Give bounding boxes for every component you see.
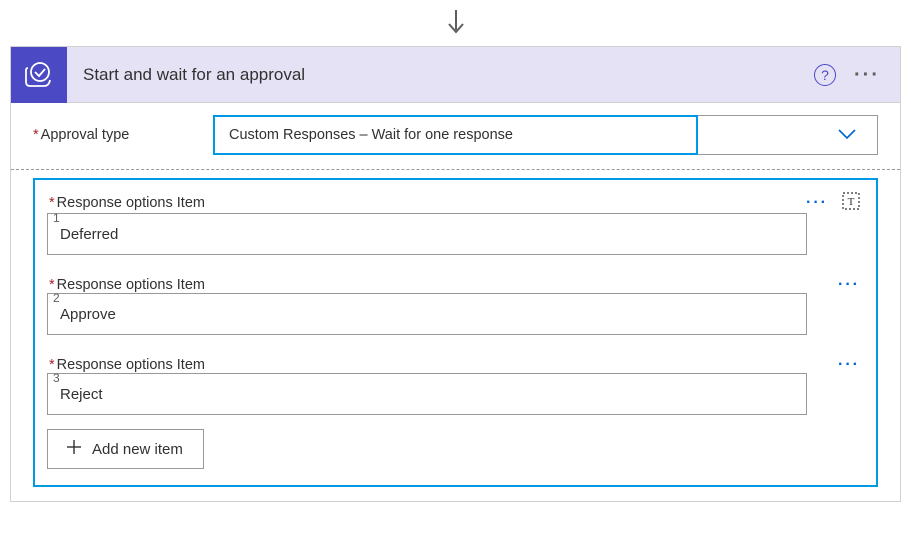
approval-type-dropdown[interactable]: Custom Responses – Wait for one response — [213, 115, 878, 155]
card-body: *Approval type Custom Responses – Wait f… — [11, 103, 900, 487]
response-option-label: *Response options Item — [49, 195, 205, 211]
response-option-header: *Response options Item ··· T — [35, 188, 876, 213]
help-icon[interactable]: ? — [814, 64, 836, 86]
approval-icon — [11, 47, 67, 103]
required-indicator: * — [33, 127, 39, 143]
item-menu-button[interactable]: ··· — [806, 195, 828, 211]
card-header[interactable]: Start and wait for an approval ? ··· — [11, 47, 900, 103]
response-options-section: *Response options Item ··· T 1 Deferred — [33, 178, 878, 487]
required-indicator: * — [49, 195, 55, 211]
array-mode-icon[interactable]: T — [842, 192, 860, 213]
card-title: Start and wait for an approval — [67, 65, 814, 85]
item-index: 2 — [35, 291, 876, 305]
add-item-label: Add new item — [92, 441, 183, 458]
add-new-item-button[interactable]: Add new item — [47, 429, 204, 469]
approval-type-row: *Approval type Custom Responses – Wait f… — [11, 103, 900, 170]
header-actions: ? ··· — [814, 64, 900, 86]
approval-action-card: Start and wait for an approval ? ··· *Ap… — [10, 46, 901, 502]
response-option-header: *Response options Item ··· — [35, 353, 876, 373]
plus-icon — [66, 439, 82, 459]
approval-type-label: *Approval type — [33, 127, 213, 143]
item-index: 1 — [35, 211, 876, 225]
response-option-header: *Response options Item ··· — [35, 273, 876, 293]
item-index: 3 — [35, 371, 876, 385]
flow-arrow-connector — [0, 10, 911, 38]
arrow-down-icon — [444, 10, 468, 38]
card-menu-button[interactable]: ··· — [854, 72, 880, 78]
svg-text:T: T — [848, 196, 855, 208]
dropdown-selected-value: Custom Responses – Wait for one response — [213, 115, 698, 155]
chevron-down-icon — [837, 127, 857, 143]
